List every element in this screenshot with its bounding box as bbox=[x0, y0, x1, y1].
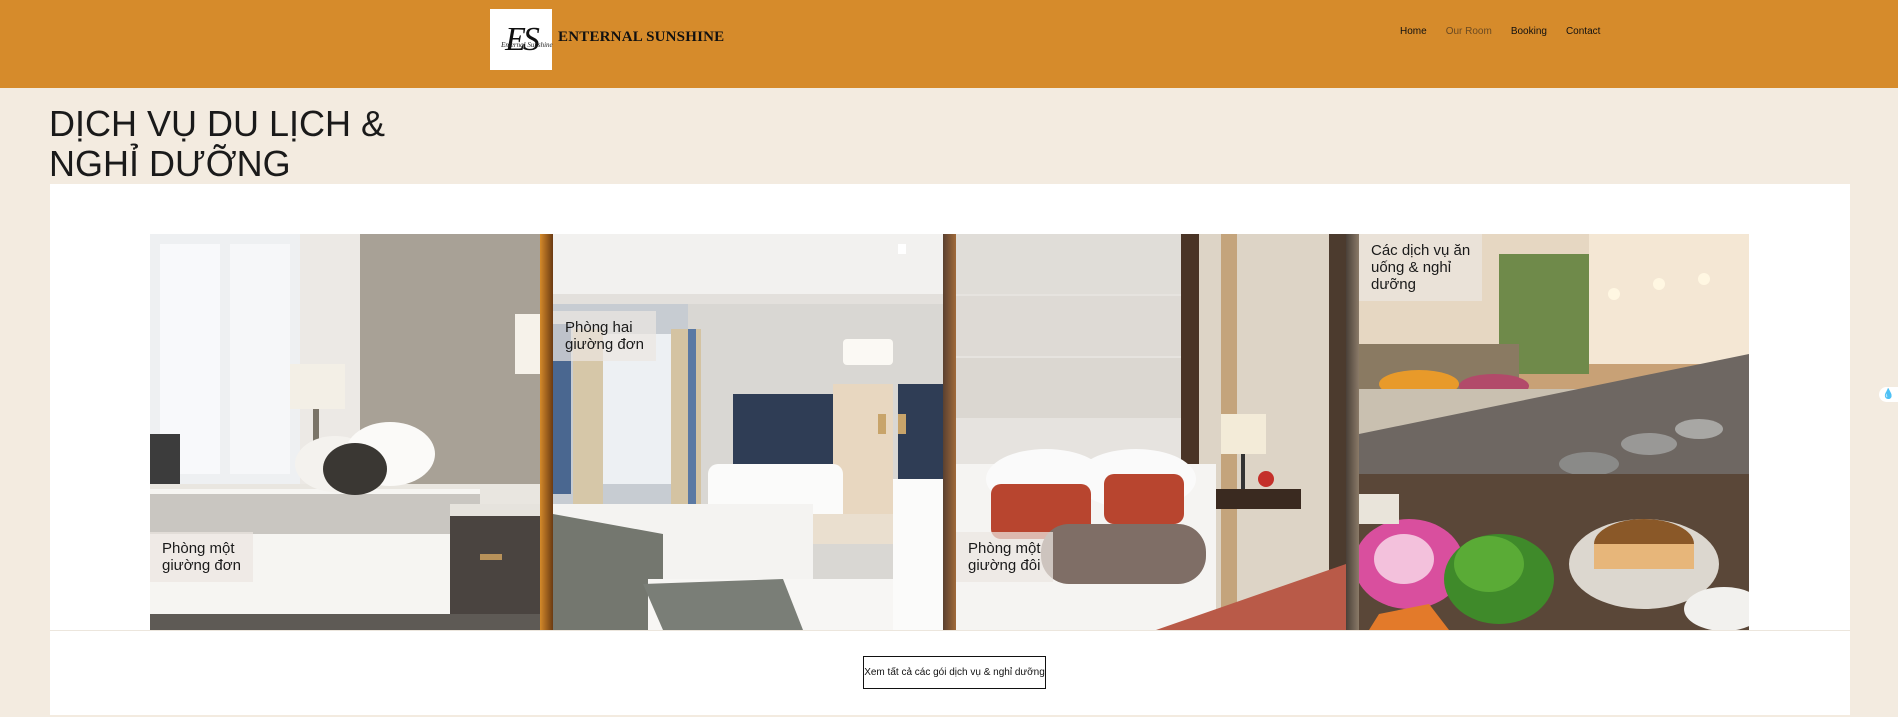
panel-divider bbox=[50, 630, 1850, 631]
twin-room-photo bbox=[553, 234, 943, 630]
card-double-room[interactable]: Phòng một giường đôi bbox=[956, 234, 1346, 630]
main-nav: Home Our Room Booking Contact bbox=[1400, 26, 1600, 37]
card-twin-room[interactable]: Phòng hai giường đơn bbox=[553, 234, 943, 630]
nav-contact[interactable]: Contact bbox=[1566, 26, 1600, 37]
card-dining-services[interactable]: Các dịch vụ ăn uống & nghỉ dưỡng bbox=[1359, 234, 1749, 630]
card-single-room[interactable]: Phòng một giường đơn bbox=[150, 234, 540, 630]
brand-logo[interactable]: ES Enternal Sunshine bbox=[490, 9, 553, 70]
nav-our-room[interactable]: Our Room bbox=[1446, 26, 1492, 37]
card-label: Phòng một giường đôi bbox=[956, 532, 1053, 582]
page-title-line2: NGHỈ DƯỠNG bbox=[49, 143, 291, 184]
room-gallery: Phòng một giường đơn Phòng hai giường đơ… bbox=[150, 234, 1750, 630]
card-label: Phòng một giường đơn bbox=[150, 532, 253, 582]
card-label: Phòng hai giường đơn bbox=[553, 311, 656, 361]
nav-booking[interactable]: Booking bbox=[1511, 26, 1547, 37]
logo-script-text: Enternal Sunshine bbox=[501, 40, 553, 49]
card-label: Các dịch vụ ăn uống & nghỉ dưỡng bbox=[1359, 234, 1483, 301]
page-title-line1: DỊCH VỤ DU LỊCH & bbox=[49, 103, 386, 144]
view-all-packages-button[interactable]: Xem tất cả các gói dịch vụ & nghỉ dưỡng bbox=[863, 656, 1046, 689]
logo-monogram: ES Enternal Sunshine bbox=[501, 20, 553, 58]
nav-home[interactable]: Home bbox=[1400, 26, 1427, 37]
page-title: DỊCH VỤ DU LỊCH & NGHỈ DƯỠNG bbox=[49, 104, 385, 184]
site-header: ES Enternal Sunshine ENTERNAL SUNSHINE H… bbox=[0, 0, 1898, 88]
brand-name[interactable]: ENTERNAL SUNSHINE bbox=[558, 29, 724, 46]
droplet-icon[interactable]: 💧 bbox=[1879, 387, 1898, 402]
